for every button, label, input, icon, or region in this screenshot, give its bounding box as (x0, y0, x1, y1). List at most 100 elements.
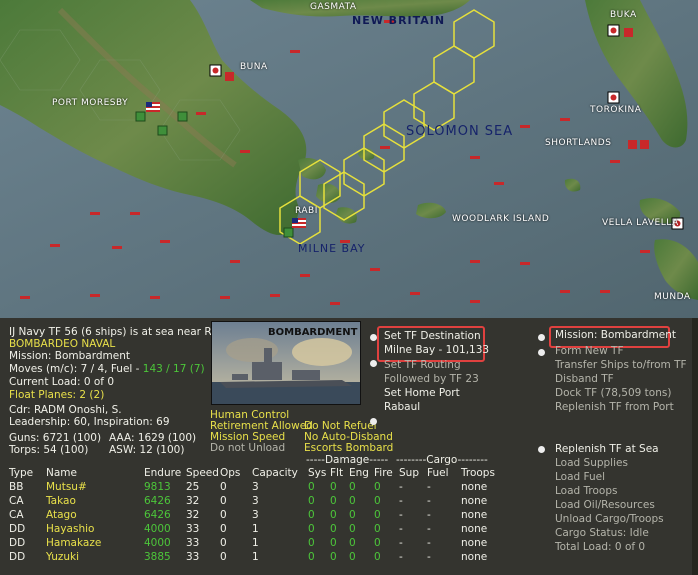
cell-troops: none (461, 495, 488, 507)
replenish-from-port-button[interactable]: Replenish TF from Port (555, 401, 674, 414)
column-header-fuel[interactable]: Fuel (427, 467, 449, 480)
column-header-flt[interactable]: Flt (330, 467, 343, 480)
cell-name[interactable]: Takao (46, 495, 76, 508)
cell-eng: 0 (349, 523, 356, 535)
cell-ops: 0 (220, 509, 227, 521)
disband-tf-button[interactable]: Disband TF (555, 373, 614, 386)
cell-troops: none (461, 537, 488, 549)
map-canvas[interactable] (0, 0, 698, 318)
cell-name[interactable]: Hamakaze (46, 537, 101, 550)
cell-speed: 33 (186, 551, 200, 563)
cell-endure: 4000 (144, 523, 171, 535)
cell-sys: 0 (308, 523, 315, 535)
column-header-sys[interactable]: Sys (308, 467, 326, 480)
cell-endure: 4000 (144, 537, 171, 549)
cell-troops: none (461, 481, 488, 493)
load-oil-resources-button[interactable]: Load Oil/Resources (555, 499, 655, 512)
cell-sys: 0 (308, 537, 315, 549)
load-fuel-button[interactable]: Load Fuel (555, 471, 605, 484)
cell-capacity: 1 (252, 523, 259, 535)
map-label-new-britain: NEW BRITAIN (352, 14, 446, 27)
tf-leadership: Leadership: 60, Inspiration: 69 (9, 416, 170, 428)
cell-sys: 0 (308, 551, 315, 563)
cell-ops: 0 (220, 537, 227, 549)
followed-by-text: Followed by TF 23 (384, 373, 479, 385)
tf-mission: Mission: Bombardment (9, 350, 131, 362)
transfer-ships-button[interactable]: Transfer Ships to/from TF (555, 359, 687, 372)
cell-eng: 0 (349, 551, 356, 563)
column-header-name[interactable]: Name (46, 467, 77, 480)
form-new-tf-button[interactable]: Form New TF (555, 345, 623, 358)
column-header-capacity[interactable]: Capacity (252, 467, 298, 480)
map-label-vella-lavella: VELLA LAVELLA (602, 218, 679, 228)
column-header-troops[interactable]: Troops (461, 467, 495, 480)
map-label-rabi: RABI (295, 206, 318, 216)
set-routing-button[interactable]: Set TF Routing (384, 359, 461, 372)
cell-capacity: 1 (252, 537, 259, 549)
cell-flt: 0 (330, 537, 337, 549)
column-header-sup[interactable]: Sup (399, 467, 419, 480)
cell-speed: 32 (186, 509, 200, 521)
map-label-solomon-sea: SOLOMON SEA (406, 124, 514, 139)
cell-capacity: 1 (252, 551, 259, 563)
cell-sys: 0 (308, 495, 315, 507)
cell-fire: 0 (374, 551, 381, 563)
tf-float-planes[interactable]: Float Planes: 2 (2) (9, 389, 104, 402)
cell-name[interactable]: Mutsu# (46, 481, 87, 494)
cell-capacity: 3 (252, 495, 259, 507)
cell-troops: none (461, 551, 488, 563)
cell-endure: 3885 (144, 551, 171, 563)
cell-sup: - (399, 481, 403, 493)
cell-ops: 0 (220, 523, 227, 535)
column-header-endure[interactable]: Endure (144, 467, 181, 480)
dock-tf-button[interactable]: Dock TF (78,509 tons) (555, 387, 671, 400)
order-do-not-unload[interactable]: Do not Unload (210, 442, 285, 455)
column-header-type[interactable]: Type (9, 467, 33, 480)
cell-capacity: 3 (252, 509, 259, 521)
strategic-map[interactable]: GASMATA NEW BRITAIN BUKA BUNA PORT MORES… (0, 0, 698, 318)
cell-endure: 6426 (144, 509, 171, 521)
radio-bullet (538, 349, 545, 356)
fuel-value: 143 / 17 (7) (142, 363, 205, 375)
cell-fuel: - (427, 523, 431, 535)
cell-capacity: 3 (252, 481, 259, 493)
load-supplies-button[interactable]: Load Supplies (555, 457, 628, 470)
cell-eng: 0 (349, 537, 356, 549)
cell-type: DD (9, 537, 26, 549)
cell-fuel: - (427, 481, 431, 493)
game-window: GASMATA NEW BRITAIN BUKA BUNA PORT MORES… (0, 0, 698, 575)
radio-bullet (370, 334, 377, 341)
cell-name[interactable]: Hayashio (46, 523, 94, 536)
map-label-gasmata: GASMATA (310, 2, 357, 12)
cell-eng: 0 (349, 509, 356, 521)
set-home-port-button[interactable]: Set Home Port (384, 387, 460, 400)
column-header-speed[interactable]: Speed (186, 467, 219, 480)
column-header-eng[interactable]: Eng (349, 467, 369, 480)
cargo-group-header: --------Cargo-------- (396, 454, 488, 466)
column-header-ops[interactable]: Ops (220, 467, 240, 480)
map-label-port-moresby: PORT MORESBY (52, 98, 129, 108)
mission-button[interactable]: Mission: Bombardment (555, 329, 676, 342)
replenish-at-sea-button[interactable]: Replenish TF at Sea (555, 443, 659, 456)
cell-ops: 0 (220, 481, 227, 493)
radio-bullet (538, 334, 545, 341)
cell-troops: none (461, 523, 488, 535)
map-label-buna: BUNA (240, 62, 268, 72)
map-label-woodlark-island: WOODLARK ISLAND (452, 214, 550, 224)
unload-cargo-button[interactable]: Unload Cargo/Troops (555, 513, 664, 526)
cell-troops: none (461, 509, 488, 521)
cell-type: DD (9, 523, 26, 535)
cell-speed: 33 (186, 523, 200, 535)
cell-flt: 0 (330, 509, 337, 521)
load-troops-button[interactable]: Load Troops (555, 485, 617, 498)
cell-name[interactable]: Atago (46, 509, 77, 522)
radio-bullet (370, 360, 377, 367)
mission-image-caption: BOMBARDMENT (268, 327, 358, 338)
tf-torps: Torps: 54 (100) (9, 444, 89, 456)
cell-endure: 6426 (144, 495, 171, 507)
set-destination-button[interactable]: Set TF Destination (384, 330, 481, 343)
cell-sup: - (399, 537, 403, 549)
cell-name[interactable]: Yuzuki (46, 551, 79, 564)
map-label-milne-bay: MILNE BAY (298, 242, 366, 255)
column-header-fire[interactable]: Fire (374, 467, 393, 480)
